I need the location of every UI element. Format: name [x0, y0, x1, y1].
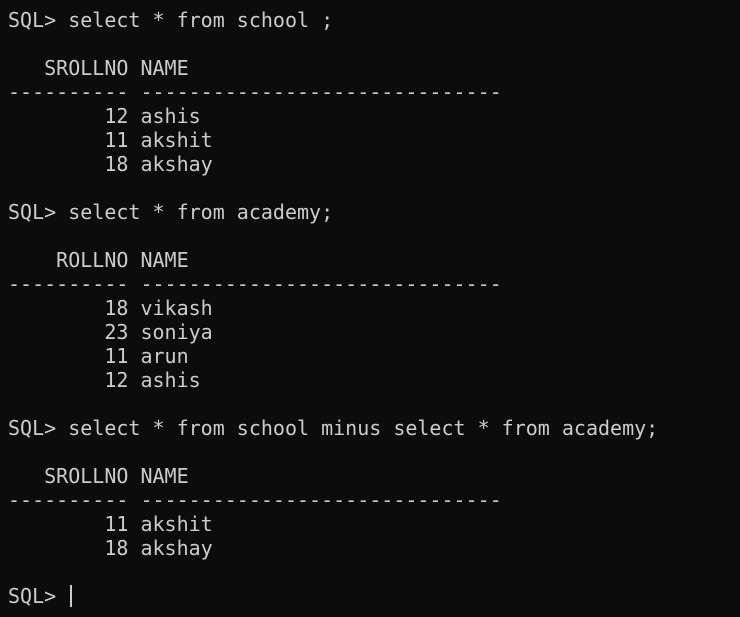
terminal-line: SROLLNO NAME [8, 56, 189, 80]
terminal-line: 18 akshay [8, 536, 213, 560]
terminal-line: ROLLNO NAME [8, 248, 189, 272]
terminal-line: ---------- -----------------------------… [8, 80, 502, 104]
terminal-line: ---------- -----------------------------… [8, 488, 502, 512]
terminal-line: 23 soniya [8, 320, 213, 344]
terminal-window[interactable]: SQL> select * from school ; SROLLNO NAME… [0, 0, 740, 617]
active-prompt-line[interactable]: SQL> [8, 584, 740, 608]
text-cursor [70, 585, 73, 607]
terminal-line: SROLLNO NAME [8, 464, 189, 488]
terminal-output: SQL> select * from school ; SROLLNO NAME… [8, 8, 740, 584]
terminal-line: SQL> select * from school minus select *… [8, 416, 659, 440]
terminal-line: 12 ashis [8, 104, 201, 128]
prompt-text: SQL> [8, 584, 69, 608]
terminal-line: 11 akshit [8, 128, 213, 152]
terminal-line: ---------- -----------------------------… [8, 272, 502, 296]
terminal-line: SQL> select * from academy; [8, 200, 334, 224]
terminal-line: 11 arun [8, 344, 189, 368]
terminal-line: 12 ashis [8, 368, 201, 392]
terminal-line: 18 akshay [8, 152, 213, 176]
terminal-line: 18 vikash [8, 296, 213, 320]
terminal-line: SQL> select * from school ; [8, 8, 334, 32]
terminal-line: 11 akshit [8, 512, 213, 536]
